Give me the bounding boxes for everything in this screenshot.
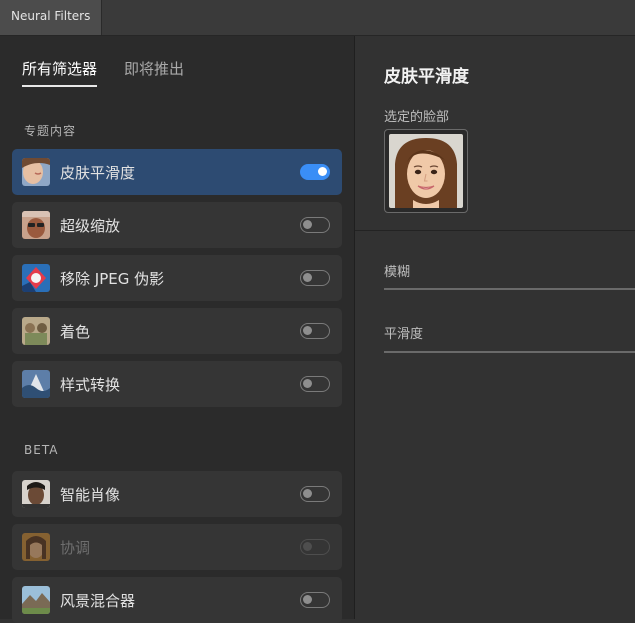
smart-portrait-toggle[interactable] — [300, 486, 330, 502]
smoothness-slider[interactable] — [384, 351, 635, 353]
colorize-thumbnail-icon — [22, 317, 50, 345]
filter-list-panel: 所有筛选器 即将推出 专题内容 皮肤平滑度 超级缩放 移除 JPEG 伪影 着色… — [0, 36, 355, 623]
skin-smoothing-toggle[interactable] — [300, 164, 330, 180]
face-portrait-image — [389, 134, 463, 208]
section-label-featured: 专题内容 — [24, 124, 77, 138]
filter-label: 皮肤平滑度 — [60, 164, 136, 182]
smart-portrait-thumbnail-icon — [22, 480, 50, 508]
filter-settings-title: 皮肤平滑度 — [384, 67, 469, 87]
filter-label: 协调 — [60, 539, 91, 557]
smoothness-slider-label: 平滑度 — [384, 327, 424, 342]
filter-item-smart-portrait[interactable]: 智能肖像 — [12, 471, 342, 517]
filter-label: 样式转换 — [60, 376, 121, 394]
filter-item-style-transfer[interactable]: 样式转换 — [12, 361, 342, 407]
filter-label: 超级缩放 — [60, 217, 121, 235]
section-label-beta: BETA — [24, 443, 59, 457]
panel-divider — [355, 230, 635, 231]
filter-settings-panel: 皮肤平滑度 选定的脸部 模糊 平滑度 — [355, 36, 635, 619]
style-transfer-thumbnail-icon — [22, 370, 50, 398]
blur-slider[interactable] — [384, 288, 635, 290]
blur-slider-label: 模糊 — [384, 265, 411, 280]
filter-label: 智能肖像 — [60, 486, 121, 504]
jpeg-artifact-removal-thumbnail-icon — [22, 264, 50, 292]
remove-jpeg-artifacts-toggle[interactable] — [300, 270, 330, 286]
filter-label: 风景混合器 — [60, 592, 136, 610]
harmonization-toggle[interactable] — [300, 539, 330, 555]
filter-item-skin-smoothing[interactable]: 皮肤平滑度 — [12, 149, 342, 195]
filter-item-super-zoom[interactable]: 超级缩放 — [12, 202, 342, 248]
style-transfer-toggle[interactable] — [300, 376, 330, 392]
selected-face-label: 选定的脸部 — [384, 110, 450, 125]
filter-item-landscape-mixer[interactable]: 风景混合器 — [12, 577, 342, 623]
super-zoom-toggle[interactable] — [300, 217, 330, 233]
filter-label: 移除 JPEG 伪影 — [60, 270, 165, 288]
tab-all-filters[interactable]: 所有筛选器 — [22, 58, 98, 87]
landscape-mixer-thumbnail-icon — [22, 586, 50, 614]
neural-filters-tab[interactable]: Neural Filters — [0, 0, 103, 35]
landscape-mixer-toggle[interactable] — [300, 592, 330, 608]
selected-face-thumbnail[interactable] — [384, 129, 468, 213]
document-tab-bar: Neural Filters — [0, 0, 635, 36]
skin-smoothing-thumbnail-icon — [22, 158, 50, 186]
tab-coming-soon[interactable]: 即将推出 — [124, 58, 184, 79]
filter-label: 着色 — [60, 323, 91, 341]
super-zoom-thumbnail-icon — [22, 211, 50, 239]
filter-item-colorize[interactable]: 着色 — [12, 308, 342, 354]
colorize-toggle[interactable] — [300, 323, 330, 339]
filter-item-harmonization[interactable]: 协调 — [12, 524, 342, 570]
harmonization-thumbnail-icon — [22, 533, 50, 561]
filter-item-remove-jpeg-artifacts[interactable]: 移除 JPEG 伪影 — [12, 255, 342, 301]
